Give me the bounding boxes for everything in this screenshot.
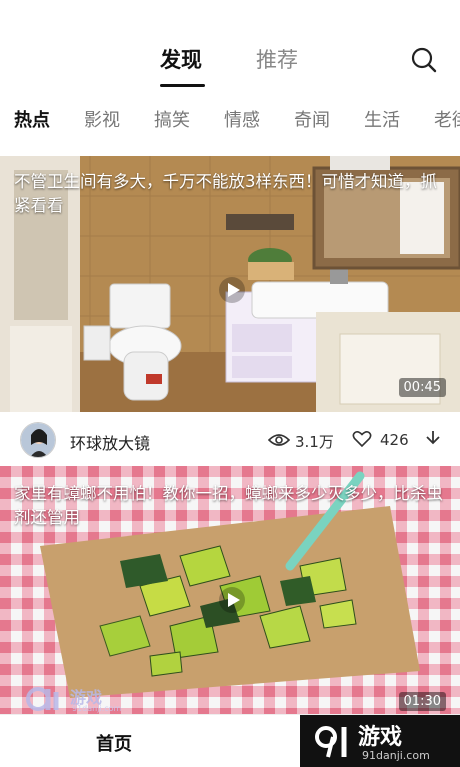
author-name[interactable]: 环球放大镜 [70,430,150,454]
play-button[interactable] [218,586,246,614]
nav-home[interactable]: 首页 [96,730,132,756]
search-icon [411,47,437,73]
category-life[interactable]: 生活 [364,106,400,132]
download-icon[interactable] [424,429,442,449]
like-count: 426 [380,431,409,449]
category-hot[interactable]: 热点 [14,106,50,132]
video-title: 家里有蟑螂不用怕！教你一招，蟑螂来多少灭多少，比杀虫剂还管用 [14,484,443,527]
bottom-nav: 首页 游戏 91danji.com [0,714,460,767]
watermark-url: 91danji.com [362,749,430,762]
watermark-overlay: 游戏 91danji.com [26,684,126,718]
category-emotion[interactable]: 情感 [224,106,260,132]
avatar-image [21,423,55,457]
video-card[interactable]: 家里有蟑螂不用怕！教你一招，蟑螂来多少灭多少，比杀虫剂还管用 01:30 [0,466,460,714]
play-icon [219,587,245,613]
heart-icon[interactable] [352,430,372,448]
active-tab-indicator [160,84,205,87]
category-film[interactable]: 影视 [84,106,120,132]
video-duration: 00:45 [398,378,446,397]
video-card[interactable]: 不管卫生间有多大，千万不能放3样东西！可惜才知道，抓紧看看 00:45 [0,156,460,412]
eye-icon [268,434,290,446]
play-icon [219,277,245,303]
watermark-logo-icon [26,687,59,711]
watermark-brand: 游戏 [358,725,403,750]
tab-discover[interactable]: 发现 [160,44,202,74]
category-old-street[interactable]: 老街 [434,106,460,132]
category-curious[interactable]: 奇闻 [294,106,330,132]
watermark-logo-icon [315,726,347,758]
category-funny[interactable]: 搞笑 [154,106,190,132]
video-title: 不管卫生间有多大，千万不能放3样东西！可惜才知道，抓紧看看 [14,172,437,215]
top-tab-bar: 发现 推荐 [0,0,460,96]
watermark-banner: 游戏 91danji.com [300,715,460,767]
search-button[interactable] [410,46,438,74]
video-meta-row: 环球放大镜 3.1万 426 [0,418,460,464]
video-duration: 01:30 [398,692,446,711]
view-count: 3.1万 [295,433,334,451]
play-button[interactable] [218,276,246,304]
category-bar: 热点 影视 搞笑 情感 奇闻 生活 老街 [0,104,460,136]
watermark-url: 91danji.com [72,704,122,713]
avatar[interactable] [20,422,56,458]
app-root: 发现 推荐 热点 影视 搞笑 情感 奇闻 生活 老街 [0,0,460,767]
tab-recommend[interactable]: 推荐 [256,44,298,74]
